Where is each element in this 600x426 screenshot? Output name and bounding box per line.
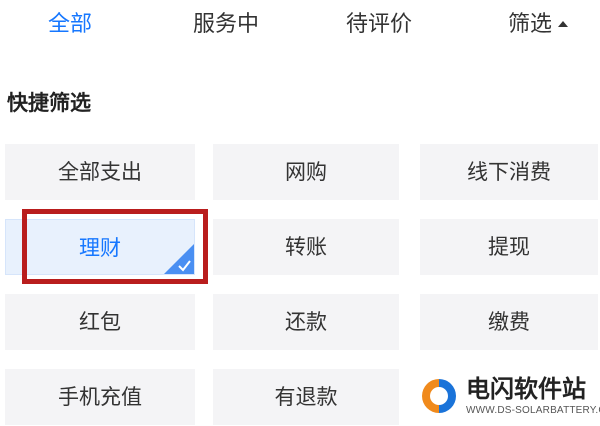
filter-option-wealth-management[interactable]: 理财 [5, 219, 195, 275]
tab-filter[interactable]: 筛选 [508, 8, 569, 42]
selected-check-icon [164, 244, 194, 274]
filter-option-refunded[interactable]: 有退款 [213, 369, 399, 425]
page: 全部 服务中 待评价 筛选 快捷筛选 全部支出 网购 线下消费 理财 转账 提现… [0, 0, 600, 426]
filter-option-withdraw[interactable]: 提现 [420, 219, 598, 275]
tab-in-service[interactable]: 服务中 [193, 8, 259, 42]
filter-option-label: 理财 [79, 236, 121, 260]
filter-option-bill-payment[interactable]: 缴费 [420, 294, 598, 350]
tab-filter-label: 筛选 [508, 12, 553, 37]
watermark-url: WWW.DS-SOLARBATTERY.COM [466, 405, 600, 416]
filter-option-transfer[interactable]: 转账 [213, 219, 399, 275]
filter-option-online-shopping[interactable]: 网购 [213, 144, 399, 200]
filter-option-mobile-topup[interactable]: 手机充值 [5, 369, 195, 425]
tab-pending-review[interactable]: 待评价 [346, 8, 412, 42]
filter-option-repayment[interactable]: 还款 [213, 294, 399, 350]
section-title: 快捷筛选 [7, 91, 91, 115]
watermark: 电闪软件站 WWW.DS-SOLARBATTERY.COM [416, 372, 600, 424]
filter-option-all-expenses[interactable]: 全部支出 [5, 144, 195, 200]
filter-option-red-packet[interactable]: 红包 [5, 294, 195, 350]
caret-up-icon [558, 21, 569, 27]
watermark-title: 电闪软件站 [466, 375, 586, 403]
tab-all[interactable]: 全部 [48, 8, 92, 42]
watermark-logo-icon [422, 379, 456, 413]
filter-option-offline-spending[interactable]: 线下消费 [420, 144, 598, 200]
